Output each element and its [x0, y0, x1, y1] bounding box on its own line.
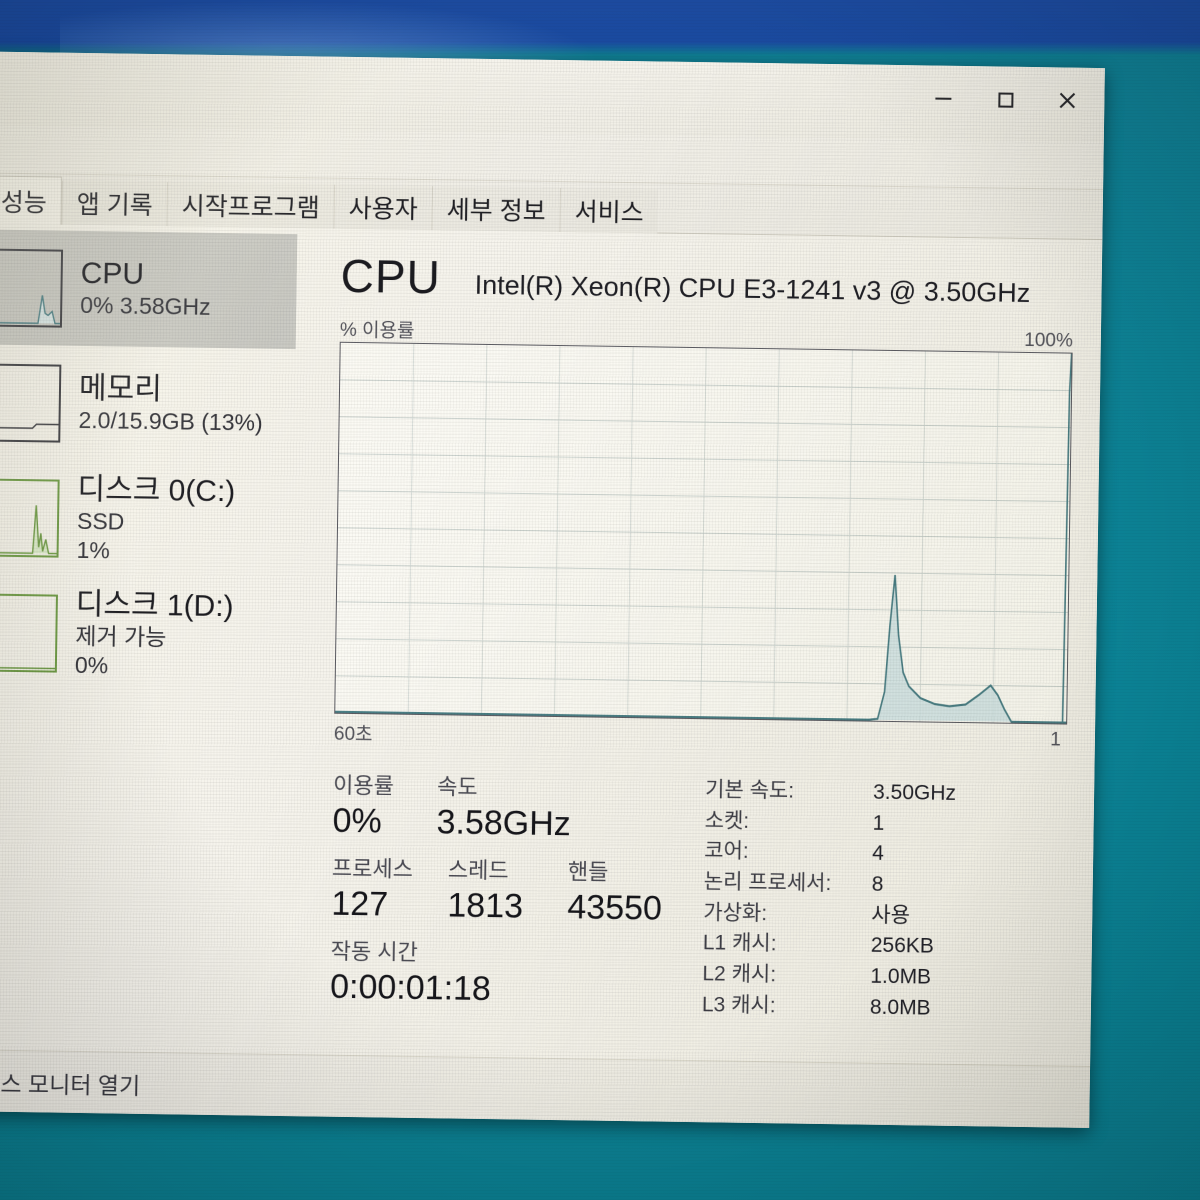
spec-key-virtualization: 가상화: [703, 900, 768, 925]
tab-performance[interactable]: 성능 [0, 171, 63, 225]
stats-row2-labels: 프로세스 스레드 핸들 [332, 851, 704, 889]
spec-value-base-speed: 3.50GHz [872, 780, 957, 805]
spec-value-l2-cache: 1.0MB [870, 964, 932, 989]
task-manager-window: 관리자 옵션(O) 보기(V) 성능 앱 기록 시작프로그램 사용자 세부 정보… [0, 51, 1105, 1128]
sidebar-item-disk1[interactable]: 디스크 1(D:) 제거 가능 0% [0, 571, 292, 694]
value-threads: 1813 [447, 886, 524, 926]
label-uptime: 작동 시간 [330, 938, 418, 965]
resource-sidebar: CPU 0% 3.58GHz 메모리 2.0/15.9GB (13%) 디스크 … [0, 219, 298, 1055]
disk0-thumbnail-graph [0, 478, 60, 558]
label-handles: 핸들 [567, 859, 609, 885]
sidebar-memory-sub: 2.0/15.9GB (13%) [78, 407, 263, 436]
value-processes: 127 [331, 884, 389, 924]
sidebar-disk0-meta: 디스크 0(C:) SSD 1% [76, 472, 235, 566]
spec-key-l2-cache: L2 캐시: [702, 962, 777, 987]
graph-time-end: 1 [1050, 729, 1062, 751]
cpu-thumbnail-graph [0, 248, 64, 328]
sidebar-disk1-sub2: 0% [74, 651, 109, 679]
tab-details[interactable]: 세부 정보 [431, 186, 560, 233]
sidebar-item-disk0[interactable]: 디스크 0(C:) SSD 1% [0, 456, 294, 579]
spec-key-l3-cache: L3 캐시: [701, 992, 776, 1017]
stats-row1-labels: 이용률 속도 [333, 768, 705, 806]
window-controls [912, 73, 1099, 126]
spec-key-cores: 코어: [704, 839, 749, 864]
value-utilization: 0% [332, 801, 383, 841]
close-button[interactable] [1036, 75, 1099, 126]
value-uptime: 0:00:01:18 [329, 967, 492, 1009]
sidebar-item-cpu[interactable]: CPU 0% 3.58GHz [0, 225, 298, 350]
sidebar-item-memory[interactable]: 메모리 2.0/15.9GB (13%) [0, 341, 296, 464]
task-manager-window-frame: 관리자 옵션(O) 보기(V) 성능 앱 기록 시작프로그램 사용자 세부 정보… [0, 47, 1105, 1128]
label-processes: 프로세스 [331, 855, 414, 882]
graph-y-max: 100% [1024, 329, 1073, 352]
graph-time-axis: 60초 1 [334, 719, 1067, 757]
graph-time-start: 60초 [333, 723, 373, 746]
spec-row: L3 캐시: 8.0MB [702, 990, 1063, 1026]
sidebar-cpu-sub: 0% 3.58GHz [80, 292, 211, 321]
sidebar-disk0-sub2: 1% [76, 536, 111, 564]
label-speed: 속도 [436, 774, 478, 800]
minimize-button[interactable] [912, 73, 975, 124]
stats-row2-values: 127 1813 43550 [331, 885, 704, 930]
page-title: CPU [340, 249, 442, 304]
sidebar-disk0-sub1: SSD [76, 507, 125, 535]
spec-value-l1-cache: 256KB [870, 933, 935, 958]
cpu-stats: 이용률 속도 0% 3.58GHz 프로세스 스레드 핸들 127 1813 4… [330, 768, 1067, 1026]
spec-key-l1-cache: L1 캐시: [702, 931, 777, 956]
spec-value-virtualization: 사용 [871, 903, 911, 927]
label-threads: 스레드 [447, 857, 509, 884]
desktop-glow [60, 0, 600, 60]
sidebar-disk0-title: 디스크 0(C:) [77, 472, 236, 508]
stats-row1-values: 0% 3.58GHz [332, 802, 705, 847]
cpu-stats-left: 이용률 속도 0% 3.58GHz 프로세스 스레드 핸들 127 1813 4… [330, 768, 706, 1021]
maximize-button[interactable] [974, 74, 1037, 125]
sidebar-memory-title: 메모리 [78, 371, 163, 406]
spec-key-logical-processors: 논리 프로세서: [703, 870, 832, 896]
sidebar-disk1-title: 디스크 1(D:) [75, 587, 234, 623]
value-handles: 43550 [567, 888, 663, 928]
cpu-spec-list: 기본 속도: 3.50GHz 소켓: 1 코어: 4 논리 프로세서: 8 가상… [702, 773, 1067, 1026]
graph-y-label: % 이용률 [339, 319, 415, 342]
cpu-utilization-graph[interactable] [334, 341, 1073, 725]
tab-services[interactable]: 서비스 [559, 188, 658, 234]
spec-key-sockets: 소켓: [704, 808, 750, 833]
value-speed: 3.58GHz [436, 803, 572, 844]
memory-thumbnail-graph [0, 363, 62, 443]
spec-value-cores: 4 [872, 842, 885, 866]
open-resource-monitor-link[interactable]: 리소스 모니터 열기 [0, 1063, 140, 1100]
sidebar-disk1-meta: 디스크 1(D:) 제거 가능 0% [75, 587, 234, 681]
spec-key-base-speed: 기본 속도: [704, 778, 795, 803]
window-body: CPU 0% 3.58GHz 메모리 2.0/15.9GB (13%) 디스크 … [0, 219, 1103, 1066]
graph-gridlines [335, 343, 1072, 723]
tab-users[interactable]: 사용자 [333, 184, 433, 231]
cpu-detail-panel: CPU Intel(R) Xeon(R) CPU E3-1241 v3 @ 3.… [285, 228, 1102, 1066]
sidebar-memory-meta: 메모리 2.0/15.9GB (13%) [78, 372, 263, 438]
cpu-header: CPU Intel(R) Xeon(R) CPU E3-1241 v3 @ 3.… [340, 249, 1074, 314]
label-utilization: 이용률 [332, 772, 395, 799]
disk1-thumbnail-graph [0, 593, 58, 673]
sidebar-cpu-title: CPU [80, 256, 145, 291]
tab-app-history[interactable]: 앱 기록 [61, 180, 168, 227]
cpu-graph-svg [335, 343, 1072, 724]
resource-monitor-label: 리소스 모니터 열기 [0, 1069, 141, 1099]
sidebar-cpu-meta: CPU 0% 3.58GHz [80, 257, 211, 322]
spec-value-sockets: 1 [872, 811, 885, 835]
sidebar-disk1-sub1: 제거 가능 [75, 622, 167, 651]
tab-startup[interactable]: 시작프로그램 [166, 182, 335, 229]
cpu-model-name: Intel(R) Xeon(R) CPU E3-1241 v3 @ 3.50GH… [474, 269, 1031, 308]
spec-value-logical-processors: 8 [871, 872, 884, 896]
spec-value-l3-cache: 8.0MB [869, 995, 931, 1020]
